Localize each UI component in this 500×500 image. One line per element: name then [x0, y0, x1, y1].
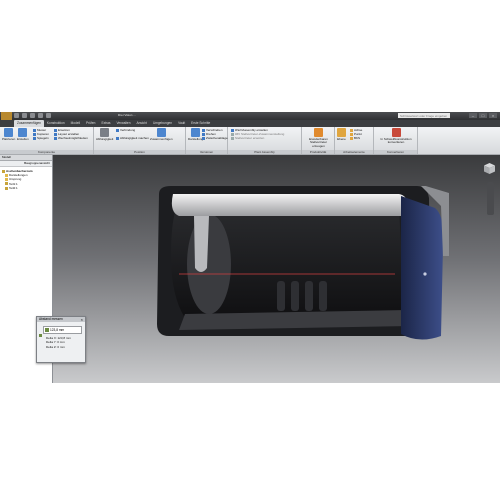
close-icon[interactable]: × [81, 317, 83, 322]
panel-title-plant-assembly: Plant Assembly [228, 150, 301, 154]
tab-pruefen[interactable]: Prüfen [83, 120, 98, 127]
replace-substitute-button[interactable]: Stellvertreter ersetzen [231, 136, 264, 140]
panel-title-komponente: Komponente [0, 150, 93, 154]
document-title: Drei Vision ... [118, 113, 136, 117]
tab-konstruktion[interactable]: Konstruktion [44, 120, 68, 127]
browser-toolbar: Baugruppenansicht [0, 161, 52, 167]
panel-komponente: Platzieren Erstellen Muster Kopieren Spi… [0, 127, 94, 154]
alternatives-button[interactable]: Wechselmöglichkeiten [54, 136, 88, 140]
weldment-icon [391, 128, 401, 137]
graphics-viewport[interactable] [53, 155, 500, 383]
mirror-button[interactable]: Spiegeln [33, 136, 49, 140]
panel-arbeitselemente: Ebene Achse Punkt BKS Arbeitselemente [335, 127, 374, 154]
panel-plant-assembly: iPart/iAssembly erstellen iMV Stellvertr… [228, 127, 302, 154]
panel-title-arbeitselemente: Arbeitselemente [335, 150, 373, 154]
panel-title-position: Position [94, 150, 185, 154]
create-button[interactable]: Erstellen [17, 128, 29, 141]
plane-button[interactable]: Ebene [337, 128, 346, 141]
mirror-icon [33, 136, 36, 140]
shrinkwrap-icon [314, 128, 323, 137]
panel-title-produktivitaet: Produktivität [302, 150, 334, 154]
measure-dialog-title: Abstand messen × [37, 317, 85, 322]
measure-distance-dialog[interactable]: Abstand messen × 123,8 mm Delta X: 123,8… [36, 316, 86, 363]
navigation-bar[interactable] [487, 182, 494, 215]
alternatives-icon [54, 136, 57, 140]
distance-icon [45, 328, 49, 332]
tab-umgebungen[interactable]: Umgebungen [150, 120, 175, 127]
panel-produktivitaet: Erweiterbaren Stellvertreter erzeugen Pr… [302, 127, 335, 154]
close-button[interactable]: × [489, 113, 497, 118]
joint-icon [116, 128, 119, 132]
panel-position: Abhängigkeit Verbindung Abhängigkeit mac… [94, 127, 186, 154]
create-icon [18, 128, 28, 137]
delta-z: Delta Z: 0 mm [46, 344, 65, 349]
help-search-input[interactable] [398, 113, 450, 118]
title-bar: Drei Vision ... – □ × [0, 112, 500, 120]
place-icon [4, 128, 14, 137]
constraint-button[interactable]: Abhängigkeit [96, 128, 113, 141]
browser-tree: Aschenbecher.iam Darstellungen Ursprung … [0, 167, 52, 190]
maximize-button[interactable]: □ [479, 113, 487, 118]
panel-title-konvertieren: Konvertieren [374, 150, 417, 154]
tab-vault[interactable]: Vault [175, 120, 188, 127]
tab-erste-schritte[interactable]: Erste Schritte [188, 120, 213, 127]
assemble-button[interactable]: Zusammenfügen [150, 128, 173, 141]
tab-ansicht[interactable]: Ansicht [133, 120, 149, 127]
ucs-icon [350, 136, 353, 140]
clipboard-button[interactable]: Zwischenablage [202, 136, 228, 140]
application-menu-icon[interactable] [1, 112, 12, 120]
tab-extras[interactable]: Extras [98, 120, 113, 127]
part-icon [5, 182, 8, 186]
folder-icon [5, 178, 8, 182]
window-controls: – □ × [469, 113, 497, 118]
new-icon[interactable] [14, 113, 19, 118]
minimize-button[interactable]: – [469, 113, 477, 118]
open-icon[interactable] [22, 113, 27, 118]
panel-konvertieren: In Schweißkonstruktion konvertieren Konv… [374, 127, 418, 154]
panel-versionen: Darstellung Verschieben Drehen Zwischena… [186, 127, 228, 154]
ribbon-tab-bar: Zusammenfügen Konstruktion Modell Prüfen… [0, 120, 500, 127]
make-constraint-icon [116, 136, 119, 140]
panel-title-versionen: Versionen [186, 150, 227, 154]
undo-icon[interactable] [38, 113, 43, 118]
place-button[interactable]: Platzieren [2, 128, 15, 141]
representation-icon [191, 128, 201, 137]
measure-value-field[interactable]: 123,8 mm [43, 326, 82, 334]
inventor-window: Drei Vision ... – □ × Zusammenfügen Kons… [0, 112, 500, 383]
shrinkwrap-button[interactable]: Erweiterbaren Stellvertreter erzeugen [304, 128, 333, 148]
assemble-icon [156, 128, 166, 137]
plane-icon [337, 128, 346, 137]
tab-zusammenfuegen[interactable]: Zusammenfügen [14, 120, 44, 127]
clipboard-icon [202, 136, 205, 140]
joint-button[interactable]: Verbindung [116, 128, 135, 132]
constraint-icon [100, 128, 110, 137]
quick-access-toolbar [14, 113, 74, 119]
make-constraint-button[interactable]: Abhängigkeit machen [116, 136, 149, 140]
measure-tool-icon[interactable] [39, 334, 42, 337]
replace-substitute-icon [231, 136, 234, 140]
redo-icon[interactable] [46, 113, 51, 118]
ribbon: Platzieren Erstellen Muster Kopieren Spi… [0, 127, 500, 155]
tree-item-teil2[interactable]: Teil2:1 [2, 186, 52, 190]
tab-verwalten[interactable]: Verwalten [113, 120, 133, 127]
save-icon[interactable] [30, 113, 35, 118]
representation-button[interactable]: Darstellung [188, 128, 203, 141]
part-icon [5, 186, 8, 190]
ucs-button[interactable]: BKS [350, 136, 360, 140]
browser-view-dropdown[interactable]: Baugruppenansicht [24, 161, 50, 166]
tab-modell[interactable]: Modell [68, 120, 83, 127]
ashtray-model [157, 186, 449, 340]
convert-weldment-button[interactable]: In Schweißkonstruktion konvertieren [376, 128, 416, 145]
viewcube-icon[interactable] [483, 162, 496, 175]
